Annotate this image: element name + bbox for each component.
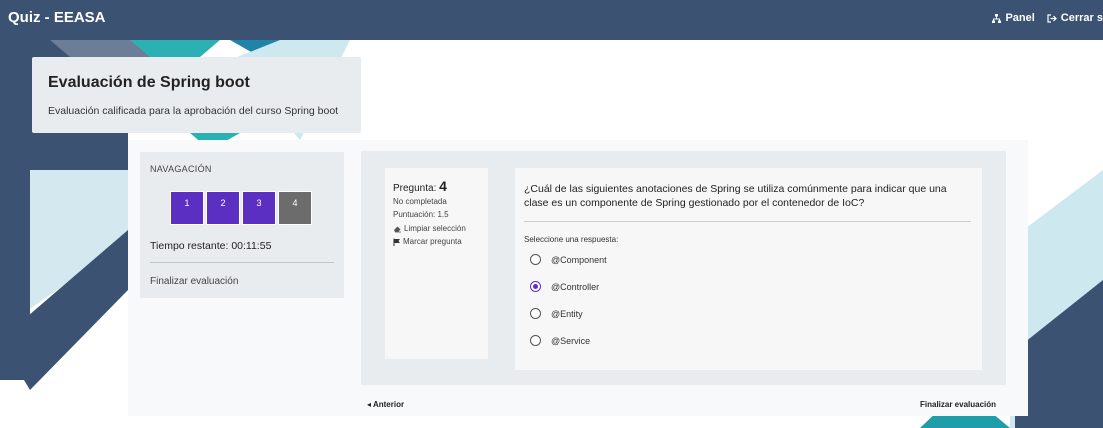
radio-button-selected[interactable] (530, 281, 541, 292)
radio-button[interactable] (530, 335, 541, 346)
question-score: Puntuación: 1.5 (393, 210, 449, 219)
answer-option-component[interactable]: @Component (530, 254, 607, 265)
course-header: Evaluación de Spring boot Evaluación cal… (32, 57, 361, 133)
question-button-3[interactable]: 3 (242, 191, 276, 225)
finish-attempt-button[interactable]: Finalizar evaluación (920, 400, 996, 409)
radio-button[interactable] (530, 254, 541, 265)
question-panel: Pregunta: 4 No completada Puntuación: 1.… (361, 151, 1006, 385)
question-buttons: 1 2 3 4 (170, 191, 312, 225)
answer-option-controller[interactable]: @Controller (530, 281, 599, 292)
flag-question-link[interactable]: Marcar pregunta (393, 237, 462, 246)
answer-prompt: Seleccione una respuesta: (524, 235, 619, 244)
eraser-icon (394, 226, 401, 232)
question-text: ¿Cuál de las siguientes anotaciones de S… (524, 183, 947, 209)
page-subtitle: Evaluación calificada para la aprobación… (48, 105, 339, 117)
panel-link-label: Panel (1005, 12, 1035, 24)
navigation-title: NAVAGACIÓN (150, 164, 212, 174)
question-info: Pregunta: 4 No completada Puntuación: 1.… (385, 168, 488, 359)
finish-attempt-link[interactable]: Finalizar evaluación (150, 276, 238, 287)
answer-option-label: @Entity (551, 308, 583, 319)
question-number-prefix: Pregunta: (393, 183, 440, 194)
radio-button[interactable] (530, 308, 541, 319)
logout-link-label: Cerrar s (1060, 12, 1103, 24)
divider (150, 262, 334, 263)
question-button-2[interactable]: 2 (206, 191, 240, 225)
panel-link[interactable]: Panel (992, 12, 1035, 24)
sitemap-icon (992, 13, 1002, 23)
time-remaining: Tiempo restante: 00:11:55 (150, 240, 272, 252)
question-status: No completada (393, 197, 447, 206)
clear-selection-label: Limpiar selección (404, 224, 466, 233)
sign-out-icon (1047, 13, 1057, 23)
quiz-navigation-panel: NAVAGACIÓN 1 2 3 4 Tiempo restante: 00:1… (140, 152, 344, 298)
question-content: ¿Cuál de las siguientes anotaciones de S… (515, 168, 982, 370)
page-title: Evaluación de Spring boot (48, 74, 250, 91)
previous-button[interactable]: ◂ Anterior (367, 400, 404, 409)
logout-link[interactable]: Cerrar s (1047, 12, 1103, 24)
answer-option-service[interactable]: @Service (530, 335, 590, 346)
previous-button-label: Anterior (372, 400, 405, 409)
divider (524, 221, 971, 222)
question-button-4[interactable]: 4 (278, 191, 312, 225)
answer-option-entity[interactable]: @Entity (530, 308, 583, 319)
clear-selection-link[interactable]: Limpiar selección (393, 224, 466, 233)
question-number-value: 4 (439, 178, 447, 194)
flag-question-label: Marcar pregunta (403, 237, 462, 246)
answer-option-label: @Controller (551, 281, 600, 292)
question-button-1[interactable]: 1 (170, 191, 204, 225)
question-number: Pregunta: 4 (393, 178, 447, 194)
top-navbar: Quiz - EEASA Panel Cerrar s (0, 0, 1103, 40)
flag-icon (393, 238, 400, 246)
answer-option-label: @Service (551, 335, 591, 346)
app-title[interactable]: Quiz - EEASA (8, 9, 106, 26)
answer-option-label: @Component (551, 254, 607, 265)
